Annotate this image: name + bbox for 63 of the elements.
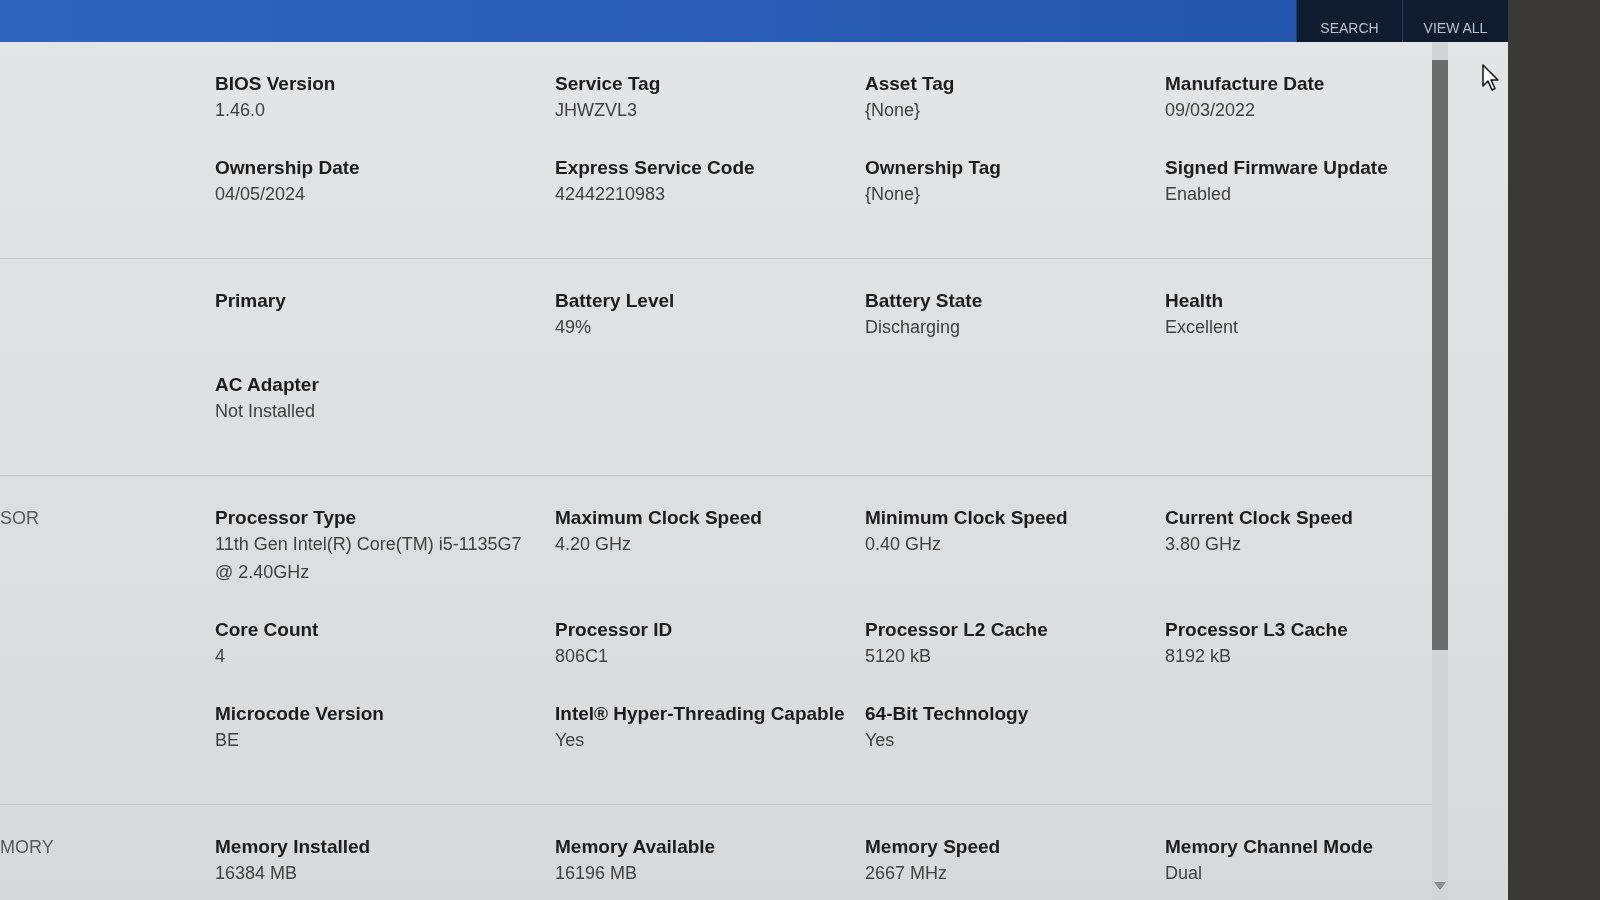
field-value: 16196 MB bbox=[555, 862, 639, 885]
field-value: Not Installed bbox=[215, 400, 317, 423]
field-label: Processor L2 Cache bbox=[865, 618, 1049, 642]
field-label: Processor L3 Cache bbox=[1165, 618, 1349, 642]
field-value: 04/05/2024 bbox=[215, 183, 307, 206]
field-label: Memory Available bbox=[555, 835, 717, 859]
field-label: Health bbox=[1165, 289, 1225, 313]
scrollbar-track[interactable] bbox=[1432, 42, 1448, 900]
field-value: Yes bbox=[865, 729, 896, 752]
header-button[interactable]: SEARCH bbox=[1296, 0, 1402, 42]
field-label: Maximum Clock Speed bbox=[555, 506, 763, 530]
field-value: Excellent bbox=[1165, 316, 1240, 339]
field-label: Memory Channel Mode bbox=[1165, 835, 1374, 859]
field-value: 42442210983 bbox=[555, 183, 667, 206]
section-title: MORY bbox=[0, 836, 55, 859]
field-label: Battery State bbox=[865, 289, 984, 313]
field-label: Express Service Code bbox=[555, 156, 756, 180]
field-label: Signed Firmware Update bbox=[1165, 156, 1389, 180]
field-label: Memory Installed bbox=[215, 835, 372, 859]
field-label: BIOS Version bbox=[215, 72, 337, 96]
field-value: 4 bbox=[215, 645, 226, 668]
field-value: 806C1 bbox=[555, 645, 610, 668]
field-label: Core Count bbox=[215, 618, 320, 642]
field-value: 16384 MB bbox=[215, 862, 299, 885]
scrollbar-thumb[interactable] bbox=[1432, 60, 1448, 650]
field-value: 1.46.0 bbox=[215, 99, 267, 122]
field-value: 2667 MHz bbox=[865, 862, 949, 885]
field-value: Enabled bbox=[1165, 183, 1233, 206]
field-label: Service Tag bbox=[555, 72, 662, 96]
field-label: Primary bbox=[215, 289, 287, 313]
field-label: Memory Speed bbox=[865, 835, 1002, 859]
field-value: 4.20 GHz bbox=[555, 533, 633, 556]
field-label: Microcode Version bbox=[215, 702, 385, 726]
field-value: 11th Gen Intel(R) Core(TM) i5-1135G7 @ 2.40GHz bbox=[215, 533, 523, 584]
field-label: Ownership Date bbox=[215, 156, 361, 180]
mouse-pointer-icon bbox=[1482, 64, 1500, 92]
field-value: BE bbox=[215, 729, 240, 752]
field-value: 8192 kB bbox=[1165, 645, 1233, 668]
field-label: AC Adapter bbox=[215, 373, 320, 397]
field-value: 09/03/2022 bbox=[1165, 99, 1257, 122]
field-label: Current Clock Speed bbox=[1165, 506, 1354, 530]
field-value: Dual bbox=[1165, 862, 1204, 885]
field-value: 5120 kB bbox=[865, 645, 933, 668]
field-label: Asset Tag bbox=[865, 72, 956, 96]
field-label: Processor Type bbox=[215, 506, 358, 530]
field-value: {None} bbox=[865, 99, 922, 122]
header-button[interactable]: VIEW ALL bbox=[1402, 0, 1508, 42]
field-value: {None} bbox=[865, 183, 922, 206]
field-value: JHWZVL3 bbox=[555, 99, 638, 122]
field-value: 0.40 GHz bbox=[865, 533, 943, 556]
field-value: 49% bbox=[555, 316, 593, 339]
scroll-down-arrow-icon[interactable] bbox=[1434, 882, 1446, 890]
field-value: Discharging bbox=[865, 316, 962, 339]
field-label: Minimum Clock Speed bbox=[865, 506, 1069, 530]
field-label: Ownership Tag bbox=[865, 156, 1002, 180]
field-label: Manufacture Date bbox=[1165, 72, 1326, 96]
field-label: Battery Level bbox=[555, 289, 676, 313]
field-label: Processor ID bbox=[555, 618, 674, 642]
field-label: 64-Bit Technology bbox=[865, 702, 1030, 726]
field-label: Intel® Hyper-Threading Capable bbox=[555, 702, 846, 726]
section-title: SOR bbox=[0, 507, 40, 530]
field-value: Yes bbox=[555, 729, 586, 752]
field-value: 3.80 GHz bbox=[1165, 533, 1243, 556]
